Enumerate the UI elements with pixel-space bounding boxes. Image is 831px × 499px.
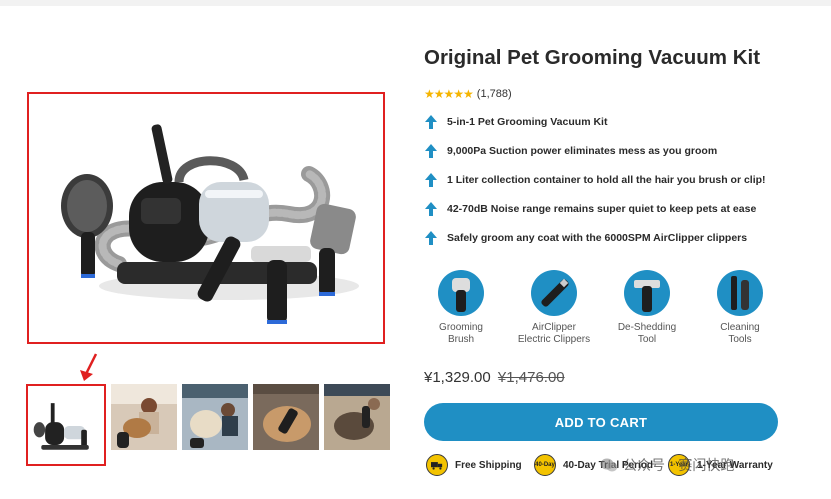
thumbnail-5[interactable] (324, 384, 390, 450)
wechat-icon (600, 458, 618, 472)
tool-grooming-brush[interactable]: Grooming Brush (416, 270, 506, 346)
feature-item: 42-70dB Noise range remains super quiet … (424, 199, 756, 219)
price: ¥1,329.00 ¥1,476.00 (424, 369, 565, 386)
top-band (0, 0, 831, 6)
badge-free-shipping: Free Shipping (426, 454, 522, 476)
cleaning-tools-icon (717, 270, 763, 316)
thumbnail-3[interactable] (182, 384, 248, 450)
tool-label: Tool (637, 334, 657, 345)
badge-label: Free Shipping (455, 459, 522, 471)
current-price: ¥1,329.00 (424, 369, 491, 386)
clipper-icon (531, 270, 577, 316)
feature-text: 5-in-1 Pet Grooming Vacuum Kit (447, 116, 608, 128)
add-to-cart-button[interactable]: ADD TO CART (424, 403, 778, 441)
tool-deshedding[interactable]: De-Shedding Tool (602, 270, 692, 346)
feature-text: Safely groom any coat with the 6000SPM A… (447, 232, 748, 244)
feature-item: 5-in-1 Pet Grooming Vacuum Kit (424, 112, 607, 132)
feature-text: 9,000Pa Suction power eliminates mess as… (447, 145, 718, 157)
tool-label: Brush (447, 334, 475, 345)
tool-cleaning[interactable]: Cleaning Tools (695, 270, 785, 346)
tool-label: Tools (728, 334, 752, 345)
main-product-image[interactable] (27, 92, 385, 344)
feature-text: 1 Liter collection container to hold all… (447, 174, 766, 186)
rating[interactable]: ★★★★★ (1,788) (424, 87, 512, 101)
product-title: Original Pet Grooming Vacuum Kit (424, 46, 761, 69)
up-arrow-icon (425, 173, 437, 187)
feature-item: Safely groom any coat with the 6000SPM A… (424, 228, 747, 248)
thumbnail-2[interactable] (111, 384, 177, 450)
tool-label: Grooming (439, 322, 483, 333)
included-tools: Grooming Brush AirClipper Electric Clipper… (424, 270, 784, 350)
truck-seal-icon (426, 454, 448, 476)
star-rating-icon: ★★★★★ (424, 87, 474, 101)
trial-seal-icon: 40-Day (534, 454, 556, 476)
tool-label: AirClipper (532, 322, 576, 333)
red-arrow-annotation (80, 353, 98, 381)
thumbnail-4[interactable] (253, 384, 319, 450)
tool-label: Electric Clippers (517, 334, 591, 345)
up-arrow-icon (425, 231, 437, 245)
rating-count: (1,788) (476, 88, 512, 100)
tool-airclipper[interactable]: AirClipper Electric Clippers (509, 270, 599, 346)
watermark: 公众号 · 赛闪快跑 (600, 455, 734, 475)
feature-text: 42-70dB Noise range remains super quiet … (447, 203, 757, 215)
watermark-text: 公众号 · 赛闪快跑 (623, 458, 735, 474)
up-arrow-icon (425, 115, 437, 129)
up-arrow-icon (425, 202, 437, 216)
up-arrow-icon (425, 144, 437, 158)
feature-item: 9,000Pa Suction power eliminates mess as… (424, 141, 717, 161)
tool-label: De-Shedding (617, 322, 677, 333)
vacuum-kit-illustration (61, 124, 359, 324)
tool-label: Cleaning (720, 322, 760, 333)
thumbnail-1[interactable] (26, 384, 106, 466)
original-price: ¥1,476.00 (497, 369, 565, 386)
grooming-brush-icon (438, 270, 484, 316)
deshedding-tool-icon (624, 270, 670, 316)
feature-item: 1 Liter collection container to hold all… (424, 170, 766, 190)
